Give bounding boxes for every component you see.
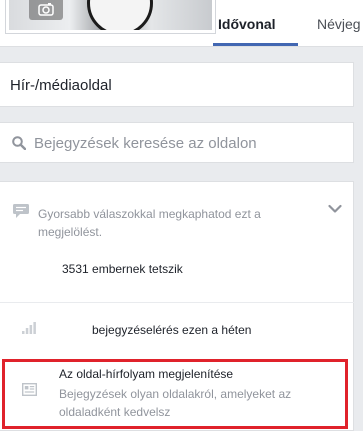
likes-count[interactable]: 3531 embernek tetszik (62, 262, 183, 276)
view-pages-feed-link[interactable]: Az oldal-hírfolyam megjelenítése (59, 367, 233, 381)
camera-icon[interactable] (29, 0, 63, 20)
active-tab-indicator (213, 43, 298, 46)
weekly-post-reach[interactable]: bejegyzéselérés ezen a héten (92, 323, 251, 337)
tab-timeline[interactable]: Idővonal (218, 16, 276, 32)
page-header: Idővonal Névjeg (0, 0, 363, 47)
news-feed-icon (22, 383, 37, 396)
cover-photo[interactable] (6, 0, 215, 33)
page-category[interactable]: Hír-/médiaoldal (10, 77, 112, 94)
search-icon (12, 136, 26, 150)
search-input[interactable] (34, 131, 334, 155)
signal-bars-icon (22, 322, 36, 334)
speech-bubble-icon (13, 204, 29, 218)
pages-feed-description: Bejegyzések olyan oldalakról, amelyeket … (59, 387, 292, 419)
page-category-card: Hír-/médiaoldal (0, 62, 354, 107)
divider (0, 302, 354, 303)
response-rate-message: Gyorsabb válaszokkal megkaphatod ezt a m… (38, 207, 261, 239)
cover-photo-graphic (87, 0, 153, 30)
chevron-down-icon[interactable] (328, 204, 342, 214)
tab-about[interactable]: Névjeg (317, 16, 361, 32)
search-box[interactable] (0, 122, 354, 163)
